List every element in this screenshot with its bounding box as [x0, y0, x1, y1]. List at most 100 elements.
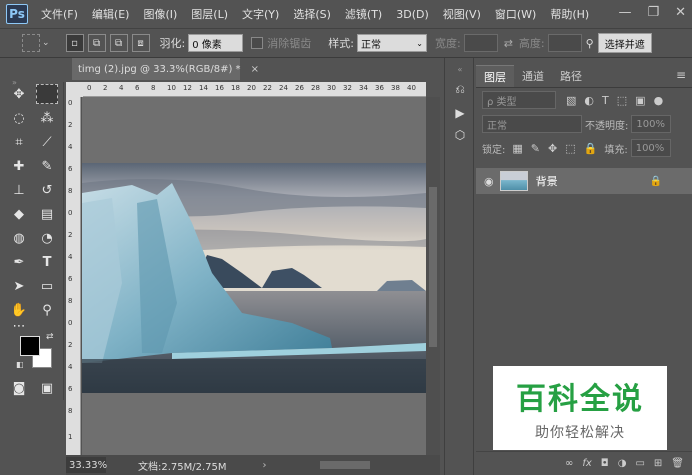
tab-channels[interactable]: 通道: [514, 65, 552, 87]
3d-icon[interactable]: ⬡: [451, 126, 469, 144]
swap-colors-icon[interactable]: ⇄: [46, 332, 54, 342]
minimize-icon[interactable]: —: [618, 5, 631, 20]
menu-3d[interactable]: 3D(D): [389, 8, 436, 21]
quick-mask-icon[interactable]: ◙: [8, 378, 30, 398]
horizontal-scrollbar[interactable]: [270, 459, 430, 471]
intersect-selection-icon[interactable]: ⧈: [131, 34, 150, 52]
subtract-selection-icon[interactable]: ⧉: [109, 34, 128, 52]
layer-mask-icon[interactable]: ◘: [601, 458, 609, 469]
menu-edit[interactable]: 编辑(E): [85, 6, 137, 22]
status-arrow-icon[interactable]: ›: [263, 460, 267, 471]
ruler-tick: 24: [279, 84, 288, 92]
magic-wand-icon[interactable]: ⁂: [36, 108, 58, 128]
antialias-checkbox[interactable]: [251, 37, 264, 49]
blur-tool-icon[interactable]: ◍: [8, 228, 30, 248]
menu-select[interactable]: 选择(S): [286, 6, 338, 22]
menu-layer[interactable]: 图层(L): [184, 6, 235, 22]
adjustment-layer-icon[interactable]: ◑: [618, 458, 627, 469]
fx-icon[interactable]: fx: [582, 458, 591, 469]
more-tools-icon[interactable]: ⋯: [8, 316, 30, 336]
menu-view[interactable]: 视图(V): [436, 6, 488, 22]
filter-toggle-icon[interactable]: ●: [654, 94, 664, 107]
zoom-level-input[interactable]: 33.33%: [66, 457, 107, 473]
opacity-input[interactable]: 100%: [631, 115, 672, 133]
new-group-icon[interactable]: ▭: [635, 458, 644, 469]
select-and-mask-button[interactable]: 选择并遮: [597, 33, 652, 53]
new-layer-icon[interactable]: ⊞: [654, 458, 662, 469]
lock-pixels-icon[interactable]: ✎: [531, 142, 540, 155]
history-brush-icon[interactable]: ↺: [36, 180, 58, 200]
move-tool-icon[interactable]: ✥: [8, 84, 30, 104]
brush-tool-icon[interactable]: ✎: [36, 156, 58, 176]
fill-input[interactable]: 100%: [630, 139, 671, 157]
menu-file[interactable]: 文件(F): [34, 6, 85, 22]
menu-help[interactable]: 帮助(H): [543, 6, 596, 22]
default-colors-icon[interactable]: ◧: [16, 360, 24, 369]
adjustment-filter-icon[interactable]: ◐: [584, 94, 594, 107]
height-input[interactable]: [547, 34, 582, 52]
link-layers-icon[interactable]: ∞: [565, 458, 573, 469]
pixel-filter-icon[interactable]: ▧: [566, 94, 576, 107]
lock-transparent-icon[interactable]: ▦: [512, 142, 522, 155]
style-select[interactable]: 正常 ⌄: [356, 34, 427, 52]
ruler-tick: 0: [68, 319, 73, 327]
lock-position-icon[interactable]: ✥: [548, 142, 557, 155]
search-icon[interactable]: ⚲: [586, 37, 594, 50]
visibility-eye-icon[interactable]: ◉: [484, 175, 494, 188]
tab-paths[interactable]: 路径: [552, 65, 590, 87]
scroll-thumb[interactable]: [429, 187, 437, 347]
style-label: 样式:: [328, 37, 354, 50]
ruler-tick: 6: [68, 165, 73, 173]
close-icon[interactable]: ×: [251, 64, 259, 75]
blend-mode-select[interactable]: 正常: [482, 115, 582, 133]
layer-row[interactable]: ◉ 背景 🔒: [476, 168, 692, 194]
eraser-tool-icon[interactable]: ◆: [8, 204, 30, 224]
lasso-tool-icon[interactable]: ◌: [8, 108, 30, 128]
zoom-tool-icon[interactable]: ⚲: [36, 300, 58, 320]
new-selection-icon[interactable]: ▫: [65, 34, 84, 52]
add-selection-icon[interactable]: ⧉: [87, 34, 106, 52]
canvas-area[interactable]: [82, 97, 426, 455]
clone-stamp-icon[interactable]: ⊥: [8, 180, 30, 200]
trash-icon[interactable]: 🗑: [671, 458, 684, 469]
restore-icon[interactable]: ❐: [647, 5, 659, 20]
marquee-tool-icon[interactable]: [36, 84, 58, 104]
marquee-preset-icon[interactable]: [22, 34, 40, 52]
width-input[interactable]: [463, 34, 498, 52]
swap-icon[interactable]: ⇄: [504, 37, 513, 50]
collapse-icon[interactable]: «: [451, 60, 469, 78]
dodge-tool-icon[interactable]: ◔: [36, 228, 58, 248]
path-selection-icon[interactable]: ➤: [8, 276, 30, 296]
layer-name: 背景: [535, 175, 558, 188]
panel-menu-icon[interactable]: ≡: [676, 68, 686, 82]
tab-layers[interactable]: 图层: [476, 65, 514, 87]
smart-object-filter-icon[interactable]: ▣: [635, 94, 645, 107]
eyedropper-icon[interactable]: ⟋: [36, 132, 58, 152]
chevron-down-icon[interactable]: ⌄: [42, 38, 50, 48]
gradient-tool-icon[interactable]: ▤: [36, 204, 58, 224]
history-icon[interactable]: ⎌: [451, 80, 469, 98]
menu-filter[interactable]: 滤镜(T): [338, 6, 389, 22]
crop-tool-icon[interactable]: ⌗: [8, 132, 30, 152]
vertical-scrollbar[interactable]: [426, 97, 440, 455]
ruler-tick: 32: [343, 84, 352, 92]
rectangle-tool-icon[interactable]: ▭: [36, 276, 58, 296]
foreground-color-swatch[interactable]: [20, 336, 40, 356]
layer-kind-filter[interactable]: ρ 类型: [482, 91, 556, 109]
menu-window[interactable]: 窗口(W): [488, 6, 543, 22]
feather-input[interactable]: 0 像素: [188, 34, 244, 52]
close-icon[interactable]: ✕: [675, 5, 686, 20]
document-tab[interactable]: timg (2).jpg @ 33.3%(RGB/8#) * ×: [72, 58, 259, 80]
scroll-thumb[interactable]: [320, 461, 370, 469]
menu-image[interactable]: 图像(I): [136, 6, 184, 22]
actions-play-icon[interactable]: ▶: [451, 104, 469, 122]
screen-mode-icon[interactable]: ▣: [36, 378, 58, 398]
shape-filter-icon[interactable]: ⬚: [617, 94, 627, 107]
type-tool-icon[interactable]: T: [36, 252, 58, 272]
pen-tool-icon[interactable]: ✒: [8, 252, 30, 272]
lock-all-icon[interactable]: 🔒: [584, 142, 598, 155]
menu-type[interactable]: 文字(Y): [235, 6, 286, 22]
lock-artboard-icon[interactable]: ⬚: [565, 142, 575, 155]
healing-brush-icon[interactable]: ✚: [8, 156, 30, 176]
type-filter-icon[interactable]: T: [602, 94, 609, 107]
